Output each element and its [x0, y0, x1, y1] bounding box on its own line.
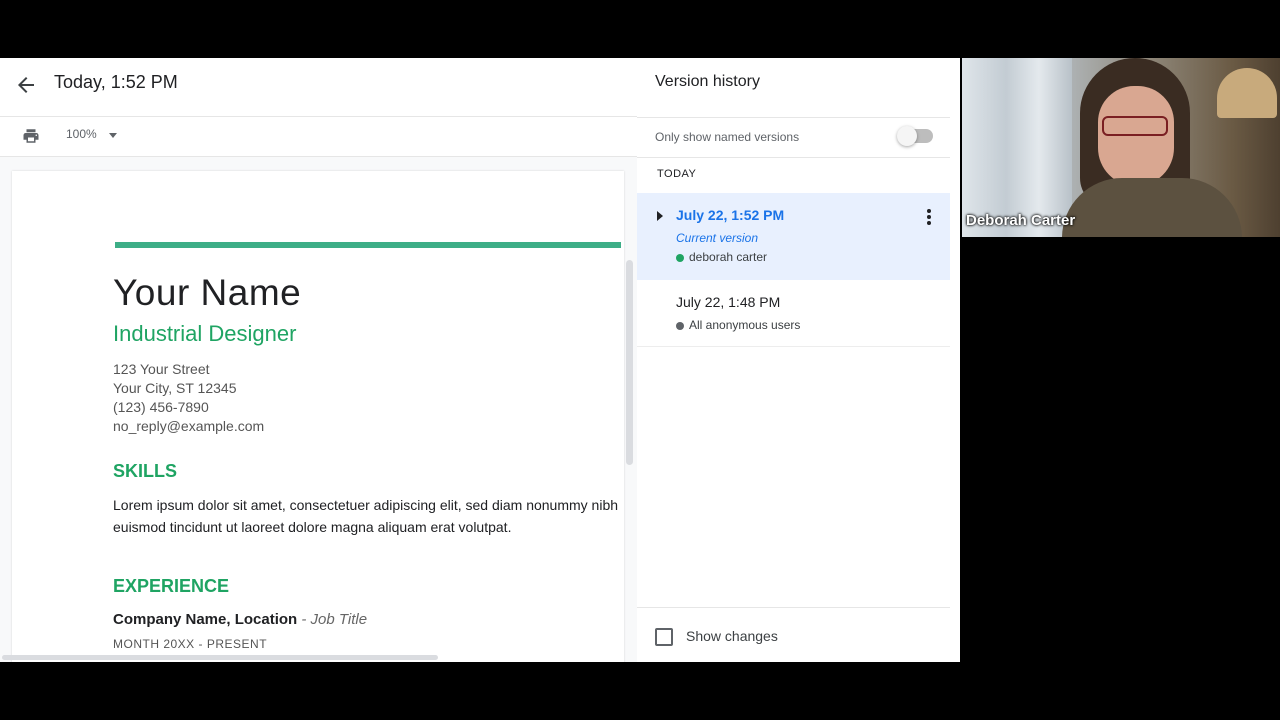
- job-dates: MONTH 20XX - PRESENT: [113, 637, 268, 651]
- version-date: July 22, 1:52 PM: [676, 207, 785, 223]
- resume-role: Industrial Designer: [113, 321, 297, 346]
- zoom-select[interactable]: 100%: [66, 127, 97, 141]
- experience-heading: EXPERIENCE: [113, 576, 230, 596]
- panel-title: Version history: [655, 73, 760, 90]
- document-canvas[interactable]: Your Name Industrial Designer 123 Your S…: [0, 157, 637, 662]
- participant-glasses: [1102, 116, 1168, 136]
- company-name: Company Name, Location: [113, 611, 298, 628]
- horizontal-scrollbar[interactable]: [2, 655, 438, 660]
- toggle-knob[interactable]: [897, 126, 917, 146]
- back-arrow-icon[interactable]: [14, 73, 38, 97]
- document-preview-pane: Today, 1:52 PM 100% Your Name Industrial…: [0, 58, 638, 662]
- version-date: July 22, 1:48 PM: [676, 294, 781, 310]
- email-line: no_reply@example.com: [113, 418, 265, 434]
- phone-line: (123) 456-7890: [113, 399, 209, 415]
- document-page: Your Name Industrial Designer 123 Your S…: [12, 171, 624, 662]
- named-versions-label: Only show named versions: [655, 130, 800, 144]
- top-bar: Today, 1:52 PM: [0, 58, 637, 117]
- version-history-panel: Version history Only show named versions…: [637, 58, 950, 662]
- header-rule: [115, 242, 621, 248]
- chevron-down-icon[interactable]: [109, 133, 117, 138]
- group-label: TODAY: [657, 168, 697, 180]
- version-item[interactable]: July 22, 1:52 PM Current version deborah…: [637, 193, 950, 280]
- user-color-dot: [676, 254, 684, 262]
- skills-heading: SKILLS: [113, 461, 178, 481]
- skills-text: Lorem ipsum dolor sit amet, consectetuer…: [113, 497, 619, 535]
- app-window: Today, 1:52 PM 100% Your Name Industrial…: [0, 58, 960, 662]
- show-changes-label[interactable]: Show changes: [686, 628, 778, 644]
- print-icon[interactable]: [22, 127, 40, 145]
- version-title: Today, 1:52 PM: [54, 72, 178, 92]
- named-versions-row: Only show named versions: [637, 117, 950, 158]
- company-line: Company Name, Location - Job Title: [113, 611, 367, 628]
- participant-face: [1098, 86, 1174, 186]
- expand-caret-icon[interactable]: [657, 211, 663, 221]
- participant-name: Deborah Carter: [966, 212, 1076, 229]
- more-options-icon[interactable]: [927, 209, 931, 225]
- named-versions-toggle[interactable]: [897, 126, 933, 146]
- show-changes-checkbox[interactable]: [655, 628, 673, 646]
- participant-torso: [1062, 178, 1242, 237]
- version-user: deborah carter: [689, 250, 768, 264]
- version-item[interactable]: July 22, 1:48 PM All anonymous users: [637, 280, 950, 347]
- background-lamp: [1217, 68, 1277, 118]
- vertical-scrollbar[interactable]: [626, 260, 633, 465]
- panel-footer: Show changes: [637, 607, 950, 662]
- user-color-dot: [676, 322, 684, 330]
- toolbar: 100%: [0, 117, 637, 157]
- address-line: Your City, ST 12345: [113, 380, 237, 396]
- resume-name: Your Name: [113, 272, 302, 313]
- job-title: - Job Title: [301, 611, 368, 628]
- current-version-label: Current version: [676, 231, 759, 245]
- version-user: All anonymous users: [689, 318, 801, 332]
- address-line: 123 Your Street: [113, 361, 210, 377]
